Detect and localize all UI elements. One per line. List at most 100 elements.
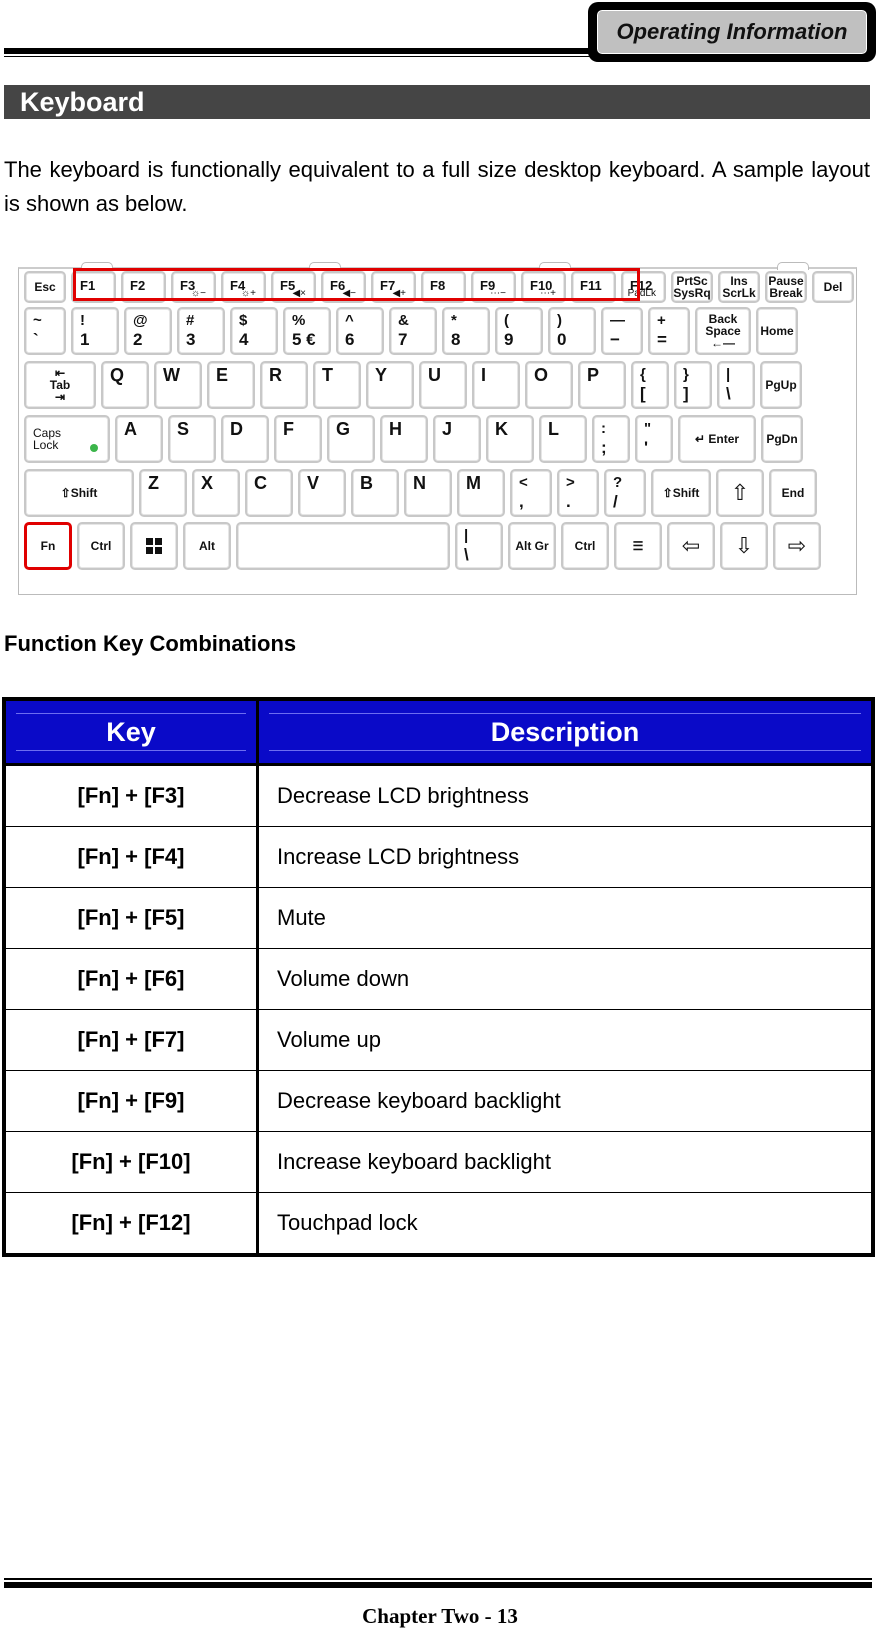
key-label: Back Space ←—	[705, 312, 741, 350]
key-label: ⇨	[787, 533, 807, 558]
key-m: M	[457, 469, 505, 517]
key-label: ,	[519, 492, 524, 511]
page-footer: Chapter Two - 13	[362, 1604, 518, 1628]
key-function-icon: ◀+	[392, 288, 406, 299]
key-f3: F3 ☼−	[171, 271, 216, 303]
key-label: W	[163, 365, 180, 385]
keyboard-notch	[309, 262, 341, 270]
key-label: =	[657, 330, 667, 349]
key-label: T	[322, 365, 333, 385]
footer-rule-thin	[4, 1578, 872, 1580]
key-label: −	[610, 330, 620, 349]
key-combo: [Fn] + [F3]	[3, 764, 259, 827]
key-/: ? /	[604, 469, 646, 517]
key-shift-label: >	[566, 474, 575, 491]
function-key-table: Key Description [Fn] + [F3] Decrease LCD …	[2, 697, 875, 1257]
key-label: F8	[430, 278, 446, 293]
key-shift-label: &	[398, 312, 409, 329]
key-del: Del	[812, 271, 854, 303]
key-description: Touchpad lock	[257, 1192, 874, 1256]
key-function-icon: PadLk	[627, 288, 656, 299]
table-row: [Fn] + [F10] Increase keyboard backlight	[3, 1131, 874, 1193]
key-i: I	[472, 361, 520, 409]
key-label: C	[254, 473, 267, 493]
key-description: Increase keyboard backlight	[257, 1131, 874, 1193]
intro-paragraph: The keyboard is functionally equivalent …	[4, 157, 870, 216]
key-ctrl: Ctrl	[561, 522, 609, 570]
key-label: F1	[80, 278, 96, 293]
key-shift-label: )	[557, 312, 562, 329]
key-x: X	[192, 469, 240, 517]
key-,: <,	[510, 469, 552, 517]
table-row: [Fn] + [F6] Volume down	[3, 948, 874, 1010]
key-shift-label: @	[133, 312, 148, 329]
key-label: P	[587, 365, 600, 385]
key-combo: [Fn] + [F7]	[3, 1009, 259, 1071]
key-label: 4	[239, 330, 249, 349]
key-shift-label: ^	[345, 312, 354, 329]
key-ins-scrlk: Ins ScrLk	[718, 271, 760, 303]
key-label: I	[481, 365, 487, 385]
key-1: ! 1	[71, 307, 119, 355]
table-header-row: Key Description	[2, 697, 875, 766]
key-5-€: % 5 €	[283, 307, 331, 355]
key-caps-lock: Caps Lock	[24, 415, 110, 463]
key-2: @2	[124, 307, 172, 355]
key-function-icon: ⋯+	[540, 288, 556, 299]
key-label: \	[464, 545, 469, 564]
key-u: U	[419, 361, 467, 409]
key-label: X	[201, 473, 214, 493]
key-q: Q	[101, 361, 149, 409]
key-function-icon: ☼+	[240, 288, 256, 299]
key-shift-label: |	[464, 527, 469, 544]
key-f12: F12 PadLk	[621, 271, 666, 303]
key-label: B	[360, 473, 373, 493]
key-⇦: ⇦	[667, 522, 715, 570]
key-label: K	[495, 419, 508, 439]
key-combo: [Fn] + [F5]	[3, 887, 259, 949]
key-\: | \	[455, 522, 503, 570]
key-⇩: ⇩	[720, 522, 768, 570]
key-function-icon: ◀×	[292, 288, 306, 299]
header-tab-label: Operating Information	[616, 19, 848, 44]
table-row: [Fn] + [F9] Decrease keyboard backlight	[3, 1070, 874, 1132]
key-label: F11	[580, 278, 602, 293]
key-l: L	[539, 415, 587, 463]
key-[: {[	[631, 361, 669, 409]
key-label: `	[33, 330, 39, 349]
key-v: V	[298, 469, 346, 517]
section-title-bar: Keyboard	[4, 85, 870, 119]
key-label: Ctrl	[574, 539, 596, 553]
key-f1: F1	[71, 271, 116, 303]
key-⇧shift: ⇧Shift	[24, 469, 134, 517]
key-label: Fn	[40, 539, 56, 553]
key-f5: F5 ◀×	[271, 271, 316, 303]
key-label: ⇧Shift	[662, 486, 700, 500]
key-label: E	[216, 365, 229, 385]
key-label: 3	[186, 330, 196, 349]
key-w: W	[154, 361, 202, 409]
key-fn: Fn	[24, 522, 72, 570]
windows-logo-icon	[146, 538, 162, 554]
key-⇨: ⇨	[773, 522, 821, 570]
key-`: ~ `	[24, 307, 66, 355]
key-shift-label: (	[504, 312, 509, 329]
key-combo: [Fn] + [F6]	[3, 948, 259, 1010]
key-↵-enter: ↵ Enter	[678, 415, 756, 463]
key-;: :;	[592, 415, 630, 463]
header-rule	[4, 48, 594, 54]
key-f2: F2	[121, 271, 166, 303]
key-pause-break: Pause Break	[765, 271, 807, 303]
key-s: S	[168, 415, 216, 463]
key-shift-label: <	[519, 474, 528, 491]
key-label: Alt Gr	[515, 539, 549, 553]
key-back-space-←—: Back Space ←—	[695, 307, 751, 355]
key-label: PgUp	[765, 378, 797, 392]
key-function-icon: ◀−	[342, 288, 356, 299]
key-f: F	[274, 415, 322, 463]
key-shift-label: $	[239, 312, 248, 329]
key-label: 6	[345, 330, 355, 349]
key-alt-gr: Alt Gr	[508, 522, 556, 570]
key-label: ⇩	[734, 533, 754, 558]
key-g: G	[327, 415, 375, 463]
